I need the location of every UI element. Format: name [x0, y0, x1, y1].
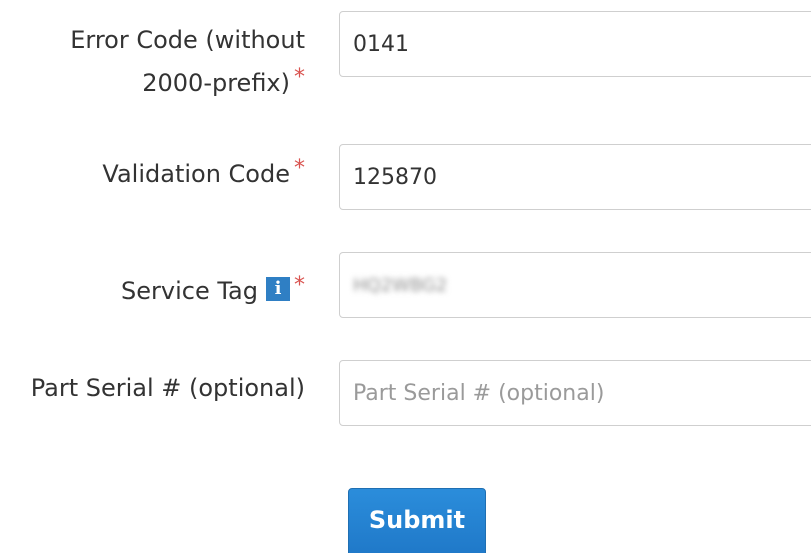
service-tag-label-text: Service Tag — [121, 277, 258, 305]
service-tag-input[interactable]: HQ2WBG2 — [339, 252, 811, 318]
service-tag-value: HQ2WBG2 — [353, 274, 448, 296]
error-code-input[interactable] — [339, 11, 811, 77]
part-serial-label: Part Serial # (optional) — [31, 367, 305, 410]
error-code-label-line2: 2000-prefix) — [142, 69, 290, 97]
required-asterisk: * — [294, 65, 305, 90]
service-tag-label: Service Tag i * — [121, 270, 305, 313]
part-serial-input[interactable] — [339, 360, 811, 426]
info-icon[interactable]: i — [266, 277, 290, 301]
required-asterisk: * — [294, 156, 305, 181]
part-serial-label-text: Part Serial # (optional) — [30, 374, 305, 402]
required-asterisk: * — [294, 273, 305, 298]
error-code-label-line1: Error Code (without — [70, 26, 305, 54]
validation-code-label-text: Validation Code — [102, 160, 290, 188]
validation-code-label: Validation Code * — [102, 153, 305, 196]
error-code-label: Error Code (without 2000-prefix) * — [70, 19, 305, 105]
service-request-form: Error Code (without 2000-prefix)* Valida… — [0, 0, 811, 553]
validation-code-input[interactable] — [339, 144, 811, 210]
submit-button[interactable]: Submit — [348, 488, 486, 553]
error-code-label-line2-row: 2000-prefix) * — [70, 62, 305, 105]
